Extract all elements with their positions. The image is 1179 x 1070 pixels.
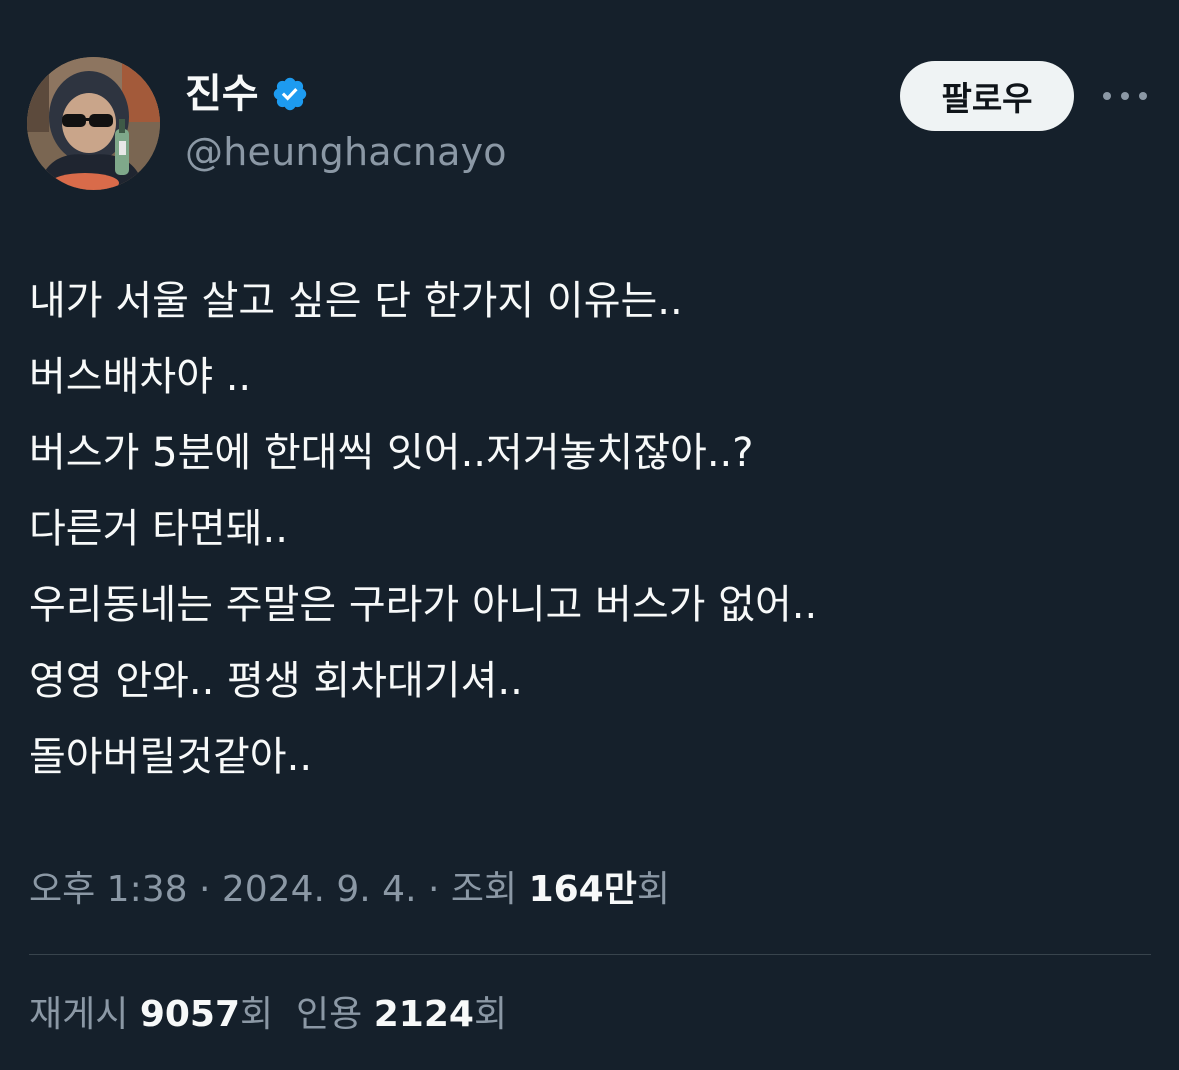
more-dot [1139, 92, 1147, 100]
tweet-date[interactable]: 2024. 9. 4. [222, 869, 417, 910]
author-name-row[interactable]: 진수 [185, 66, 309, 122]
reposts-label: 재게시 [29, 994, 129, 1035]
tweet-text: 내가 서울 살고 싶은 단 한가지 이유는.. 버스배차야 .. 버스가 5분에… [29, 263, 1149, 795]
more-dot [1121, 92, 1129, 100]
tweet-line: 버스가 5분에 한대씩 잇어..저거놓치잖아..? [29, 430, 754, 476]
avatar-image [27, 57, 160, 190]
tweet-meta: 오후 1:38 · 2024. 9. 4. · 조회 164만회 [29, 862, 670, 918]
display-name[interactable]: 진수 [185, 66, 259, 122]
quotes-suffix: 회 [473, 994, 508, 1035]
avatar[interactable] [27, 57, 160, 190]
author-handle[interactable]: @heunghacnayo [185, 126, 507, 178]
engagement-stats: 재게시 9057회 인용 2124회 [29, 987, 507, 1043]
tweet-line: 버스배차야 .. [29, 354, 252, 400]
follow-button[interactable]: 팔로우 [900, 61, 1074, 131]
views-suffix: 회 [636, 869, 670, 910]
tweet-line: 다른거 타면돼.. [29, 506, 288, 552]
meta-separator: · [416, 869, 451, 910]
verified-badge-icon [271, 75, 309, 113]
reposts-count: 9057 [139, 994, 241, 1035]
reposts-stat[interactable]: 재게시 9057회 [29, 994, 273, 1035]
tweet-line: 우리동네는 주말은 구라가 아니고 버스가 없어.. [29, 582, 818, 628]
reposts-suffix: 회 [240, 994, 274, 1035]
views-count: 164만 [528, 869, 637, 910]
more-dot [1103, 92, 1111, 100]
tweet-container: 진수 @heunghacnayo 팔로우 내가 서울 살고 싶은 단 한가지 이… [0, 0, 1179, 1070]
quotes-count: 2124 [373, 994, 474, 1035]
tweet-time[interactable]: 오후 1:38 [29, 869, 188, 910]
more-horizontal-icon[interactable] [1103, 80, 1147, 112]
tweet-line: 내가 서울 살고 싶은 단 한가지 이유는.. [29, 278, 683, 324]
views-label: 조회 [450, 869, 518, 910]
tweet-line: 영영 안와.. 평생 회차대기셔.. [29, 658, 523, 704]
tweet-line: 돌아버릴것같아.. [29, 734, 313, 780]
quotes-stat[interactable]: 인용 2124회 [296, 994, 507, 1035]
quotes-label: 인용 [296, 994, 363, 1035]
meta-separator: · [187, 869, 222, 910]
divider [29, 954, 1151, 955]
